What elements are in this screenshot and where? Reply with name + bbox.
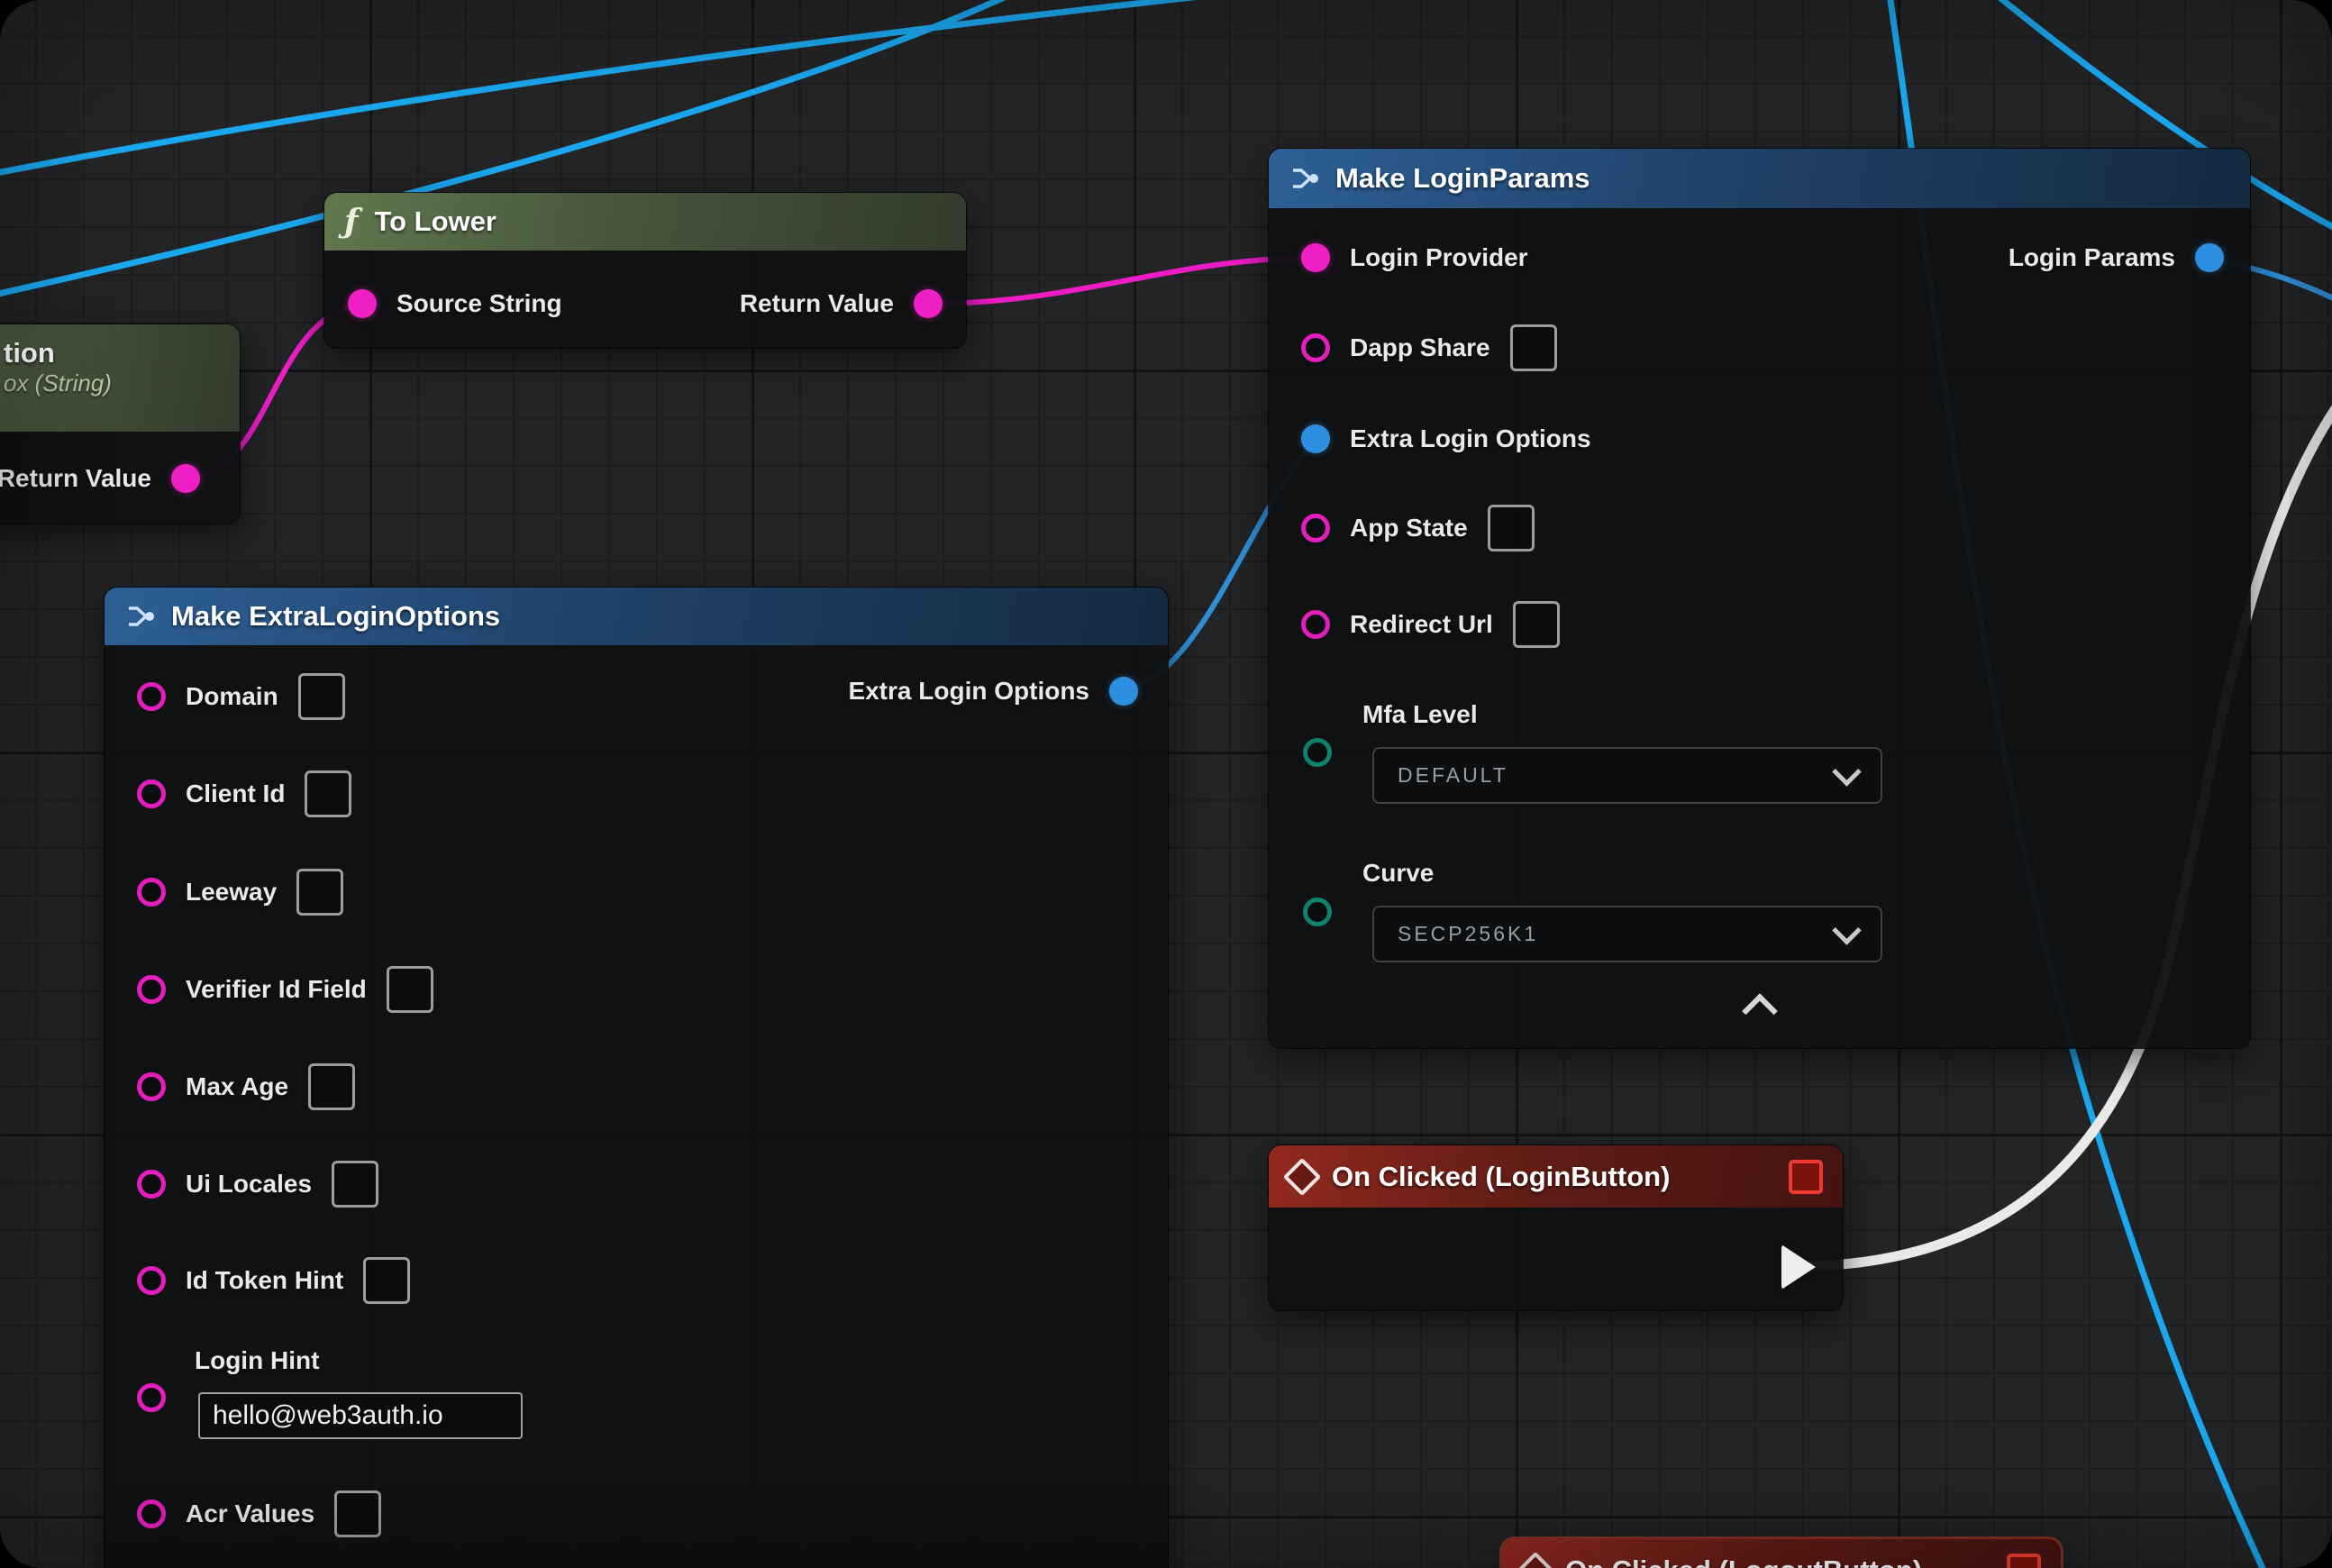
chevron-down-icon: [1832, 916, 1862, 945]
node-title: Make ExtraLoginOptions: [171, 600, 500, 633]
client-id-pin-label: Client Id: [186, 779, 285, 808]
extra-login-options-out-pin[interactable]: [1109, 677, 1138, 706]
node-onclicked-logoutbutton[interactable]: On Clicked (LogoutButton): [1502, 1539, 2061, 1568]
exec-out-pin[interactable]: [1781, 1244, 1816, 1290]
acr-values-pin-label: Acr Values: [186, 1500, 314, 1528]
curve-pin-label: Curve: [1362, 859, 1434, 888]
ui-locales-pin-label: Ui Locales: [186, 1170, 312, 1199]
extra-login-options-in-pin[interactable]: [1301, 424, 1330, 453]
node-title: To Lower: [375, 205, 496, 238]
node-make-extraloginoptions[interactable]: Make ExtraLoginOptions Extra Login Optio…: [105, 588, 1168, 1568]
dapp-share-checkbox[interactable]: [1510, 324, 1557, 371]
login-hint-input[interactable]: [198, 1392, 523, 1439]
mfa-level-pin-label: Mfa Level: [1362, 700, 1478, 729]
curve-value: SECP256K1: [1398, 922, 1538, 946]
extra-login-options-in-label: Extra Login Options: [1350, 424, 1591, 453]
login-params-out-label: Login Params: [2009, 243, 2175, 272]
acr-values-pin[interactable]: [137, 1500, 166, 1528]
app-state-checkbox[interactable]: [1488, 505, 1535, 552]
login-provider-pin[interactable]: [1301, 243, 1330, 272]
node-title: tion: [4, 337, 220, 369]
leeway-checkbox[interactable]: [296, 869, 343, 916]
login-hint-pin[interactable]: [137, 1383, 166, 1412]
chevron-down-icon: [1832, 757, 1862, 787]
mfa-level-pin[interactable]: [1303, 738, 1332, 767]
function-icon: ƒ: [344, 203, 359, 241]
mfa-level-value: DEFAULT: [1398, 763, 1508, 788]
event-diamond-icon: [1283, 1157, 1321, 1195]
return-value-pin-label: Return Value: [0, 464, 151, 493]
id-token-hint-pin[interactable]: [137, 1266, 166, 1295]
event-binding-icon: [2007, 1554, 2041, 1568]
return-value-pin-label: Return Value: [740, 289, 894, 318]
domain-pin[interactable]: [137, 682, 166, 711]
node-subtitle: ox (String): [4, 369, 220, 397]
leeway-pin[interactable]: [137, 878, 166, 907]
node-title: On Clicked (LoginButton): [1332, 1161, 1670, 1193]
curve-dropdown[interactable]: SECP256K1: [1372, 906, 1882, 962]
verifier-id-field-pin[interactable]: [137, 975, 166, 1004]
client-id-checkbox[interactable]: [305, 770, 351, 817]
source-string-pin-label: Source String: [396, 289, 562, 318]
max-age-pin[interactable]: [137, 1072, 166, 1101]
verifier-id-field-checkbox[interactable]: [387, 966, 433, 1013]
extra-login-options-out-label: Extra Login Options: [848, 677, 1089, 706]
return-value-pin[interactable]: [171, 464, 200, 493]
return-value-pin[interactable]: [914, 289, 943, 318]
event-diamond-icon: [1517, 1551, 1554, 1568]
domain-pin-label: Domain: [186, 682, 278, 711]
redirect-url-pin-label: Redirect Url: [1350, 610, 1493, 639]
node-make-loginparams[interactable]: Make LoginParams Login Params Login Prov…: [1269, 149, 2250, 1048]
id-token-hint-pin-label: Id Token Hint: [186, 1266, 343, 1295]
verifier-id-field-pin-label: Verifier Id Field: [186, 975, 367, 1004]
wire-cable-topleft-2[interactable]: [0, 0, 1334, 176]
event-binding-icon: [1789, 1160, 1823, 1194]
dapp-share-pin-label: Dapp Share: [1350, 333, 1490, 362]
login-params-out-pin[interactable]: [2195, 243, 2224, 272]
exec-arrow-icon: [1781, 1244, 1816, 1290]
node-get-text-partial[interactable]: tion ox (String) Return Value: [0, 324, 240, 524]
login-provider-pin-label: Login Provider: [1350, 243, 1528, 272]
max-age-pin-label: Max Age: [186, 1072, 288, 1101]
leeway-pin-label: Leeway: [186, 878, 277, 907]
max-age-checkbox[interactable]: [308, 1063, 355, 1110]
app-state-pin-label: App State: [1350, 514, 1468, 542]
make-struct-icon: [124, 601, 155, 632]
curve-pin[interactable]: [1303, 898, 1332, 926]
login-hint-pin-label: Login Hint: [195, 1346, 319, 1375]
client-id-pin[interactable]: [137, 779, 166, 808]
collapse-advanced-button[interactable]: [1724, 991, 1796, 1031]
chevron-up-icon: [1742, 993, 1778, 1029]
node-title: Make LoginParams: [1335, 162, 1590, 195]
mfa-level-dropdown[interactable]: DEFAULT: [1372, 747, 1882, 804]
dapp-share-pin[interactable]: [1301, 333, 1330, 362]
node-title: On Clicked (LogoutButton): [1565, 1554, 1922, 1568]
ui-locales-checkbox[interactable]: [332, 1161, 378, 1208]
wire-tolower-to-loginprovider[interactable]: [929, 258, 1316, 304]
redirect-url-checkbox[interactable]: [1513, 601, 1560, 648]
acr-values-checkbox[interactable]: [334, 1491, 381, 1537]
domain-checkbox[interactable]: [298, 673, 345, 720]
app-state-pin[interactable]: [1301, 514, 1330, 542]
node-to-lower[interactable]: ƒ To Lower Source String Return Value: [324, 193, 966, 348]
id-token-hint-checkbox[interactable]: [363, 1257, 410, 1304]
ui-locales-pin[interactable]: [137, 1170, 166, 1199]
blueprint-graph-canvas[interactable]: tion ox (String) Return Value ƒ To Lower…: [0, 0, 2332, 1568]
redirect-url-pin[interactable]: [1301, 610, 1330, 639]
node-onclicked-loginbutton[interactable]: On Clicked (LoginButton): [1269, 1145, 1843, 1310]
make-struct-icon: [1289, 163, 1319, 194]
source-string-pin[interactable]: [348, 289, 377, 318]
